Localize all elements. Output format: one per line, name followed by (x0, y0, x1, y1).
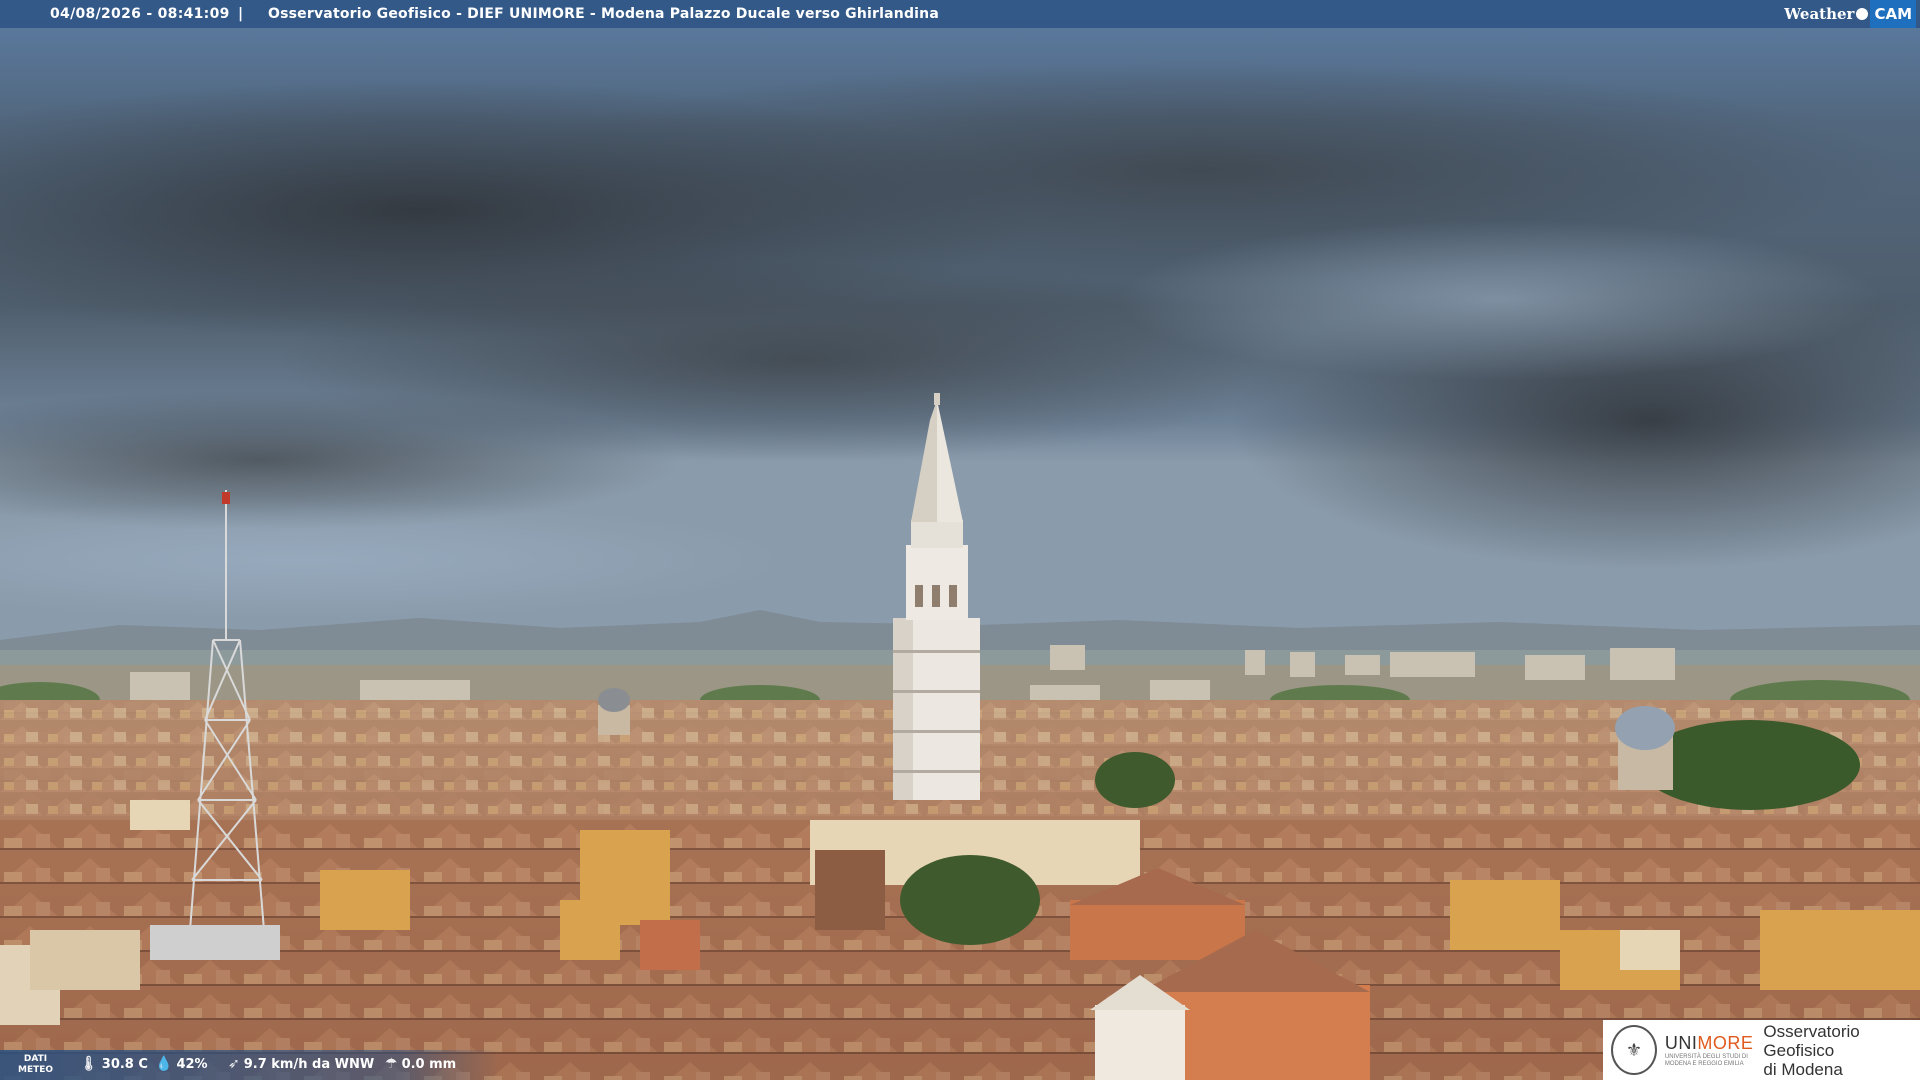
meteo-label-line1: DATI (23, 1054, 48, 1064)
meteo-label: DATI METEO (18, 1054, 53, 1076)
thermometer-icon: 🌡 (80, 1056, 98, 1072)
unimore-subtitle-line2: MODENA E REGGIO EMILIA (1664, 1060, 1744, 1067)
wind-reading: ➶ 9.7 km/h da WNW (228, 1056, 374, 1072)
unimore-name-suffix: MORE (1697, 1032, 1754, 1053)
weathercam-logo-weather: Weather (1784, 5, 1855, 23)
meteo-label-line2: METEO (18, 1065, 54, 1075)
rain-icon: ☂ (385, 1056, 398, 1072)
rain-reading: ☂ 0.0 mm (385, 1056, 456, 1072)
university-seal-icon: ⚜ (1611, 1025, 1657, 1075)
wind-icon: ➶ (228, 1056, 240, 1072)
weathercam-logo: Weather CAM (1784, 0, 1916, 28)
unimore-subtitle-line1: UNIVERSITÀ DEGLI STUDI DI (1664, 1053, 1748, 1060)
temperature-value: 30.8 C (101, 1056, 148, 1072)
weathercam-logo-cam: CAM (1870, 0, 1916, 28)
header-separator: | (238, 6, 244, 22)
humidity-reading: 💧 42% (155, 1056, 208, 1072)
unimore-logo: UNIMORE UNIVERSITÀ DEGLI STUDI DI MODENA… (1665, 1033, 1754, 1068)
weathercam-dot-icon (1856, 8, 1869, 20)
observatory-line1: Osservatorio Geofisico (1763, 1021, 1860, 1060)
rain-value: 0.0 mm (401, 1056, 457, 1072)
meteo-data-bar: DATI METEO 🌡 30.8 C 💧 42% ➶ 9.7 km/h da … (0, 1050, 500, 1080)
timestamp: 04/08/2026 - 08:41:09 (50, 6, 230, 22)
unimore-name: UNIMORE (1665, 1033, 1754, 1054)
webcam-image (0, 0, 1920, 1080)
observatory-line2: di Modena (1763, 1059, 1843, 1079)
webcam-header-bar: 04/08/2026 - 08:41:09 | Osservatorio Geo… (0, 0, 1920, 28)
unimore-branding: ⚜ UNIMORE UNIVERSITÀ DEGLI STUDI DI MODE… (1603, 1020, 1920, 1080)
humidity-value: 42% (176, 1056, 208, 1072)
humidity-drop-icon: 💧 (155, 1056, 173, 1072)
observatory-name: Osservatorio Geofisico di Modena (1763, 1022, 1920, 1079)
webcam-title: Osservatorio Geofisico - DIEF UNIMORE - … (268, 6, 939, 22)
unimore-name-prefix: UNI (1664, 1032, 1698, 1053)
wind-value: 9.7 km/h da WNW (243, 1056, 375, 1072)
temperature-reading: 🌡 30.8 C (80, 1056, 148, 1072)
